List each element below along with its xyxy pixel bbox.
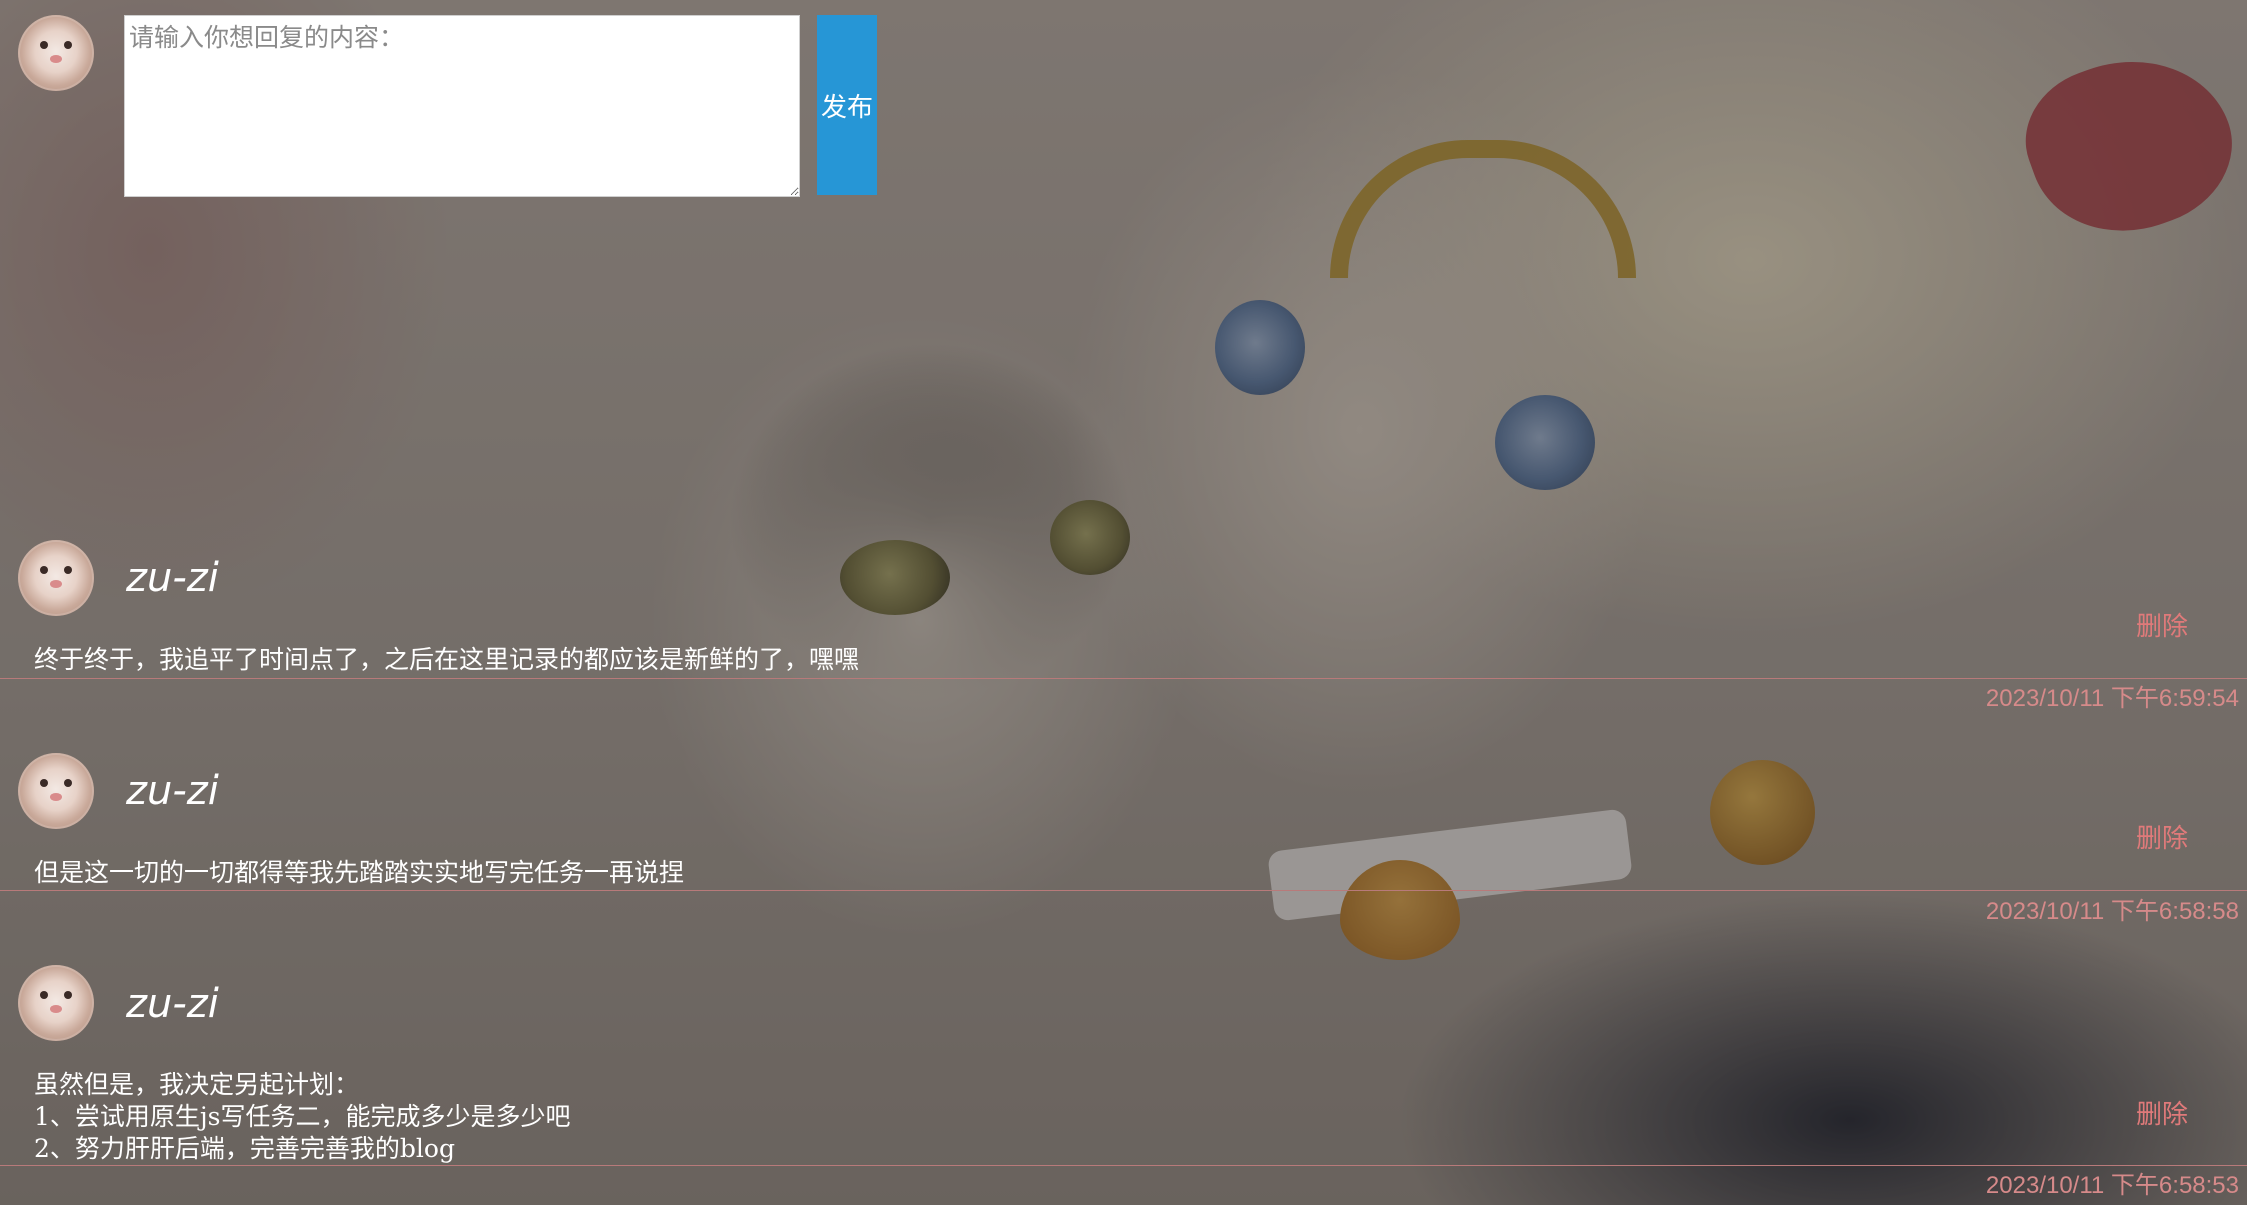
post-timestamp: 2023/10/11 下午6:58:58 [1985, 898, 2239, 925]
post-avatar [18, 965, 94, 1041]
post-avatar [18, 753, 94, 829]
post-timestamp: 2023/10/11 下午6:58:53 [1985, 1172, 2239, 1199]
post-content: 但是这一切的一切都得等我先踏踏实实地写完任务一再说捏 [34, 858, 685, 887]
post-avatar [18, 540, 94, 616]
post-content: 虽然但是，我决定另起计划： 1、尝试用原生js写任务二，能完成多少是多少吧 2、… [34, 1070, 571, 1163]
post-divider [0, 678, 2247, 679]
post-author: zu-zi [126, 768, 219, 814]
publish-button[interactable]: 发布 [817, 15, 877, 195]
post-content: 终于终于，我追平了时间点了，之后在这里记录的都应该是新鲜的了，嘿嘿 [34, 645, 860, 674]
post-timestamp: 2023/10/11 下午6:59:54 [1985, 685, 2239, 712]
delete-button[interactable]: 删除 [2136, 818, 2188, 855]
delete-button[interactable]: 删除 [2136, 606, 2188, 643]
post-author: zu-zi [126, 981, 219, 1027]
delete-button[interactable]: 删除 [2136, 1094, 2188, 1131]
post-divider [0, 890, 2247, 891]
reply-input[interactable] [124, 15, 800, 197]
post-author: zu-zi [126, 555, 219, 601]
composer-avatar [18, 15, 94, 91]
post-divider [0, 1165, 2247, 1166]
